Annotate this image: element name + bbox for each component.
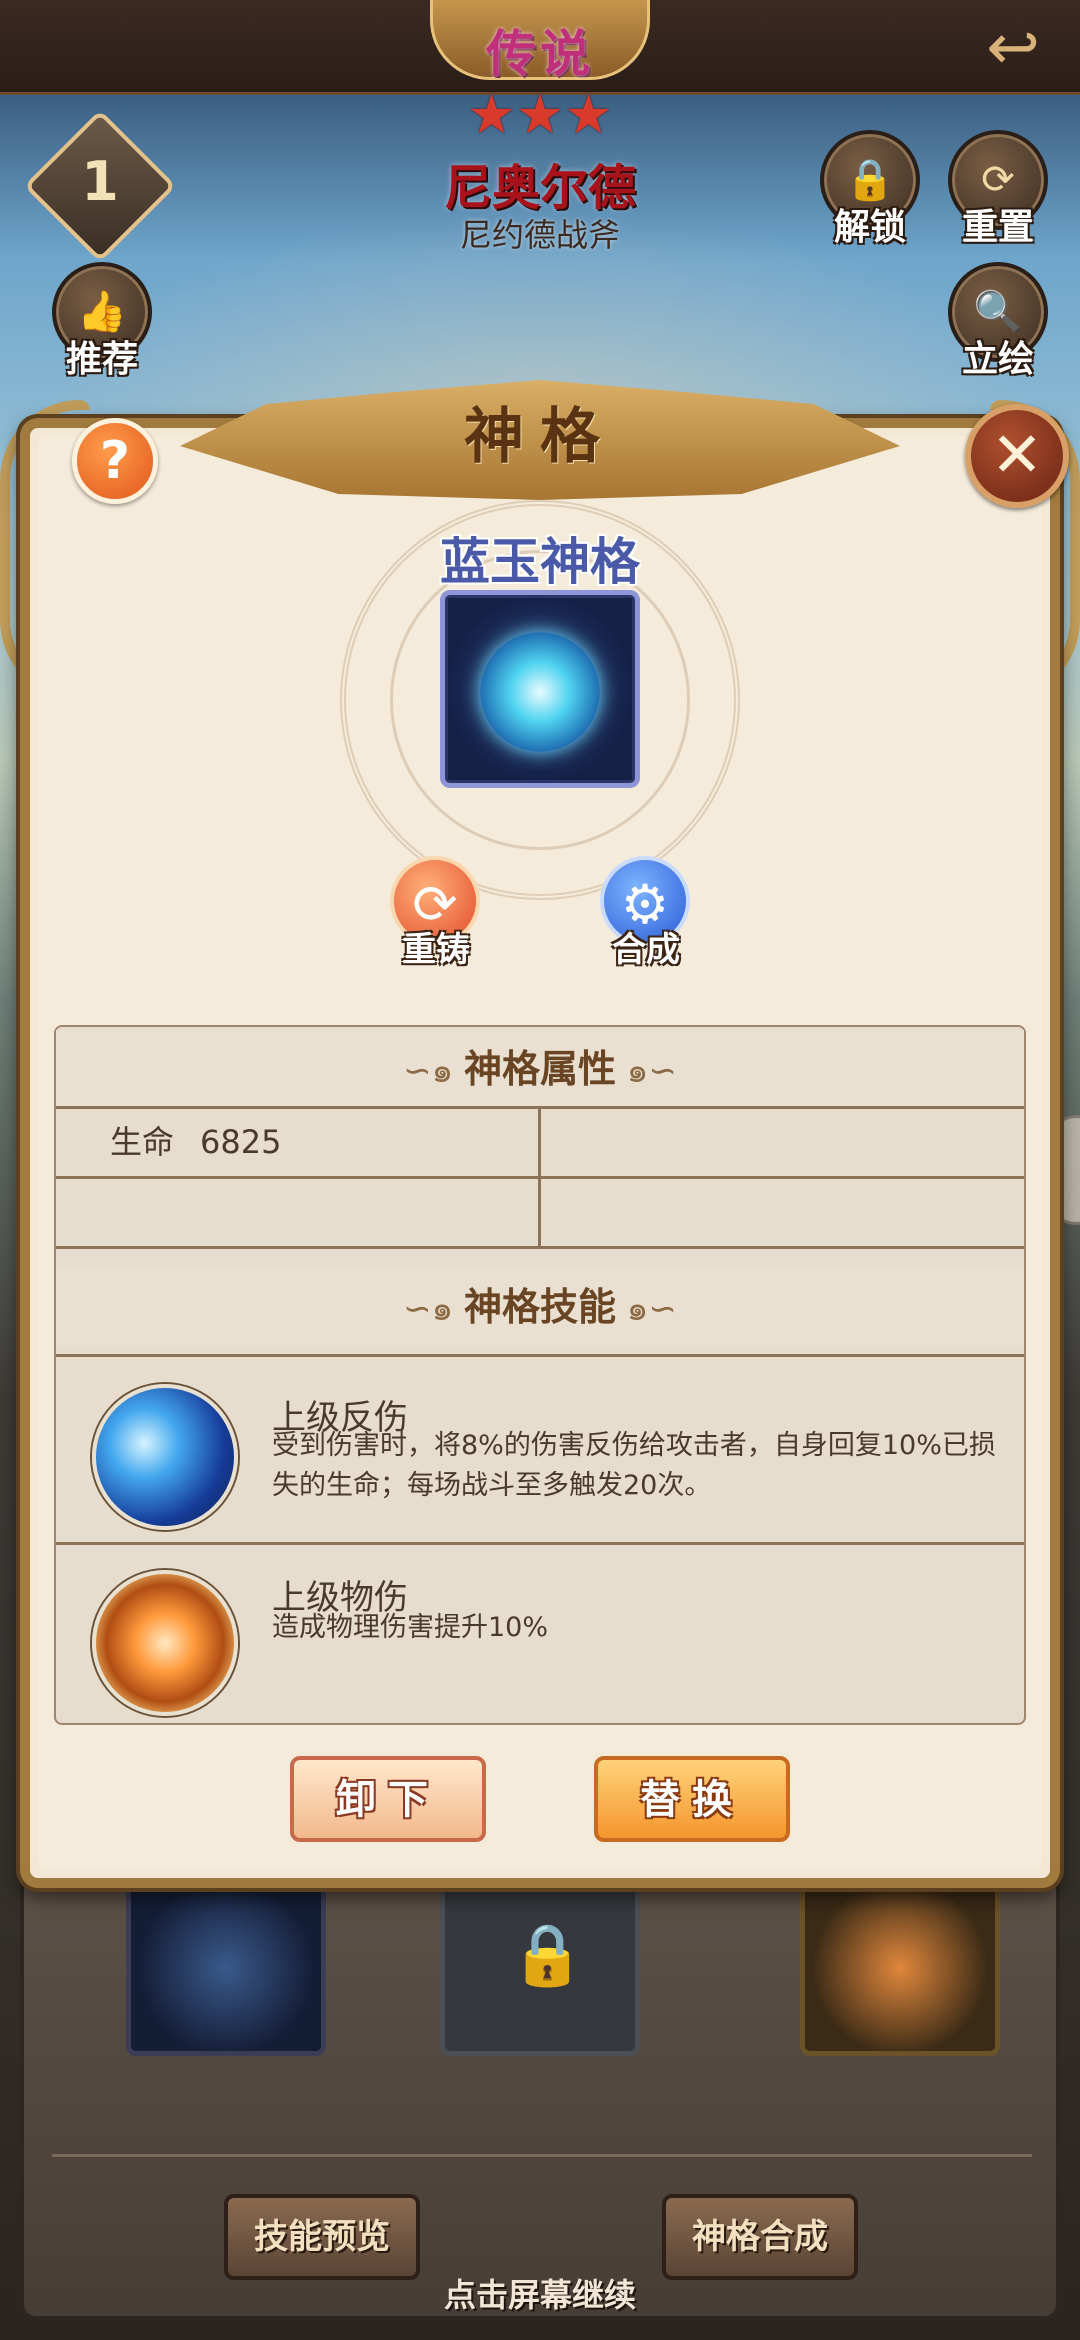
- reflect-damage-skill-icon[interactable]: [92, 1384, 238, 1530]
- godhood-slot-blue[interactable]: [126, 1880, 326, 2056]
- skills-header-label: 神格技能: [463, 1285, 616, 1329]
- skill-description: 造成物理伤害提升10%: [272, 1612, 549, 1643]
- help-icon[interactable]: ?: [72, 418, 158, 504]
- attribute-value-hp: 6825: [200, 1123, 282, 1161]
- star-icon: ★: [515, 83, 565, 146]
- ornament-curl-icon: ๑∽: [616, 1051, 677, 1091]
- divider: [56, 1354, 1024, 1357]
- ornament-curl-icon: ๑∽: [616, 1289, 677, 1329]
- divider: [56, 1246, 1024, 1249]
- star-icon: ★: [564, 83, 613, 146]
- godhood-name: 蓝玉神格: [440, 533, 640, 591]
- close-icon[interactable]: ✕: [965, 404, 1069, 508]
- hero-subtitle: 尼约德战斧: [459, 216, 620, 254]
- unequip-button[interactable]: 卸下: [290, 1756, 486, 1842]
- godhood-slot-orange[interactable]: [800, 1880, 1000, 2056]
- ornament-curl-icon: ∽๑: [403, 1051, 464, 1091]
- recommend-button-label[interactable]: 推荐: [32, 330, 172, 382]
- ornament-curl-icon: ∽๑: [403, 1289, 464, 1329]
- physical-damage-skill-icon[interactable]: [92, 1570, 238, 1716]
- padlock-icon: 🔒: [510, 1920, 585, 1990]
- attributes-header: ∽๑ 神格属性 ๑∽: [56, 1030, 1024, 1108]
- unlock-button-label[interactable]: 解锁: [800, 198, 940, 250]
- godhood-fusion-button[interactable]: 神格合成: [662, 2194, 858, 2280]
- divider: [56, 1542, 1024, 1545]
- divider: [52, 2154, 1032, 2157]
- portrait-button-label[interactable]: 立绘: [928, 330, 1068, 382]
- level-value: 1: [81, 150, 119, 213]
- attribute-name-hp: 生命: [110, 1123, 175, 1161]
- attributes-header-label: 神格属性: [463, 1047, 616, 1091]
- hero-name: 尼奥尔德: [443, 160, 636, 216]
- skill-preview-button[interactable]: 技能预览: [224, 2194, 420, 2280]
- reset-button-label[interactable]: 重置: [928, 198, 1068, 250]
- divider: [56, 1176, 1024, 1179]
- star-icon: ★: [467, 83, 516, 146]
- skills-header: ∽๑ 神格技能 ๑∽: [56, 1268, 1024, 1346]
- modal-title: 神格: [464, 402, 616, 472]
- rarity-label: 传说: [486, 25, 594, 83]
- skill-description: 受到伤害时，将8%的伤害反伤给攻击者，自身回复10%已损失的生命；每场战斗至多触…: [272, 1430, 996, 1501]
- back-arrow-icon[interactable]: ↩: [968, 8, 1058, 88]
- fusion-label[interactable]: 合成: [576, 922, 716, 971]
- replace-button[interactable]: 替换: [594, 1756, 790, 1842]
- reforge-label[interactable]: 重铸: [366, 922, 506, 971]
- hero-stars: ★★★: [455, 88, 625, 142]
- tap-to-continue[interactable]: 点击屏幕继续: [340, 2270, 740, 2316]
- blue-jade-gem-icon: [480, 632, 600, 752]
